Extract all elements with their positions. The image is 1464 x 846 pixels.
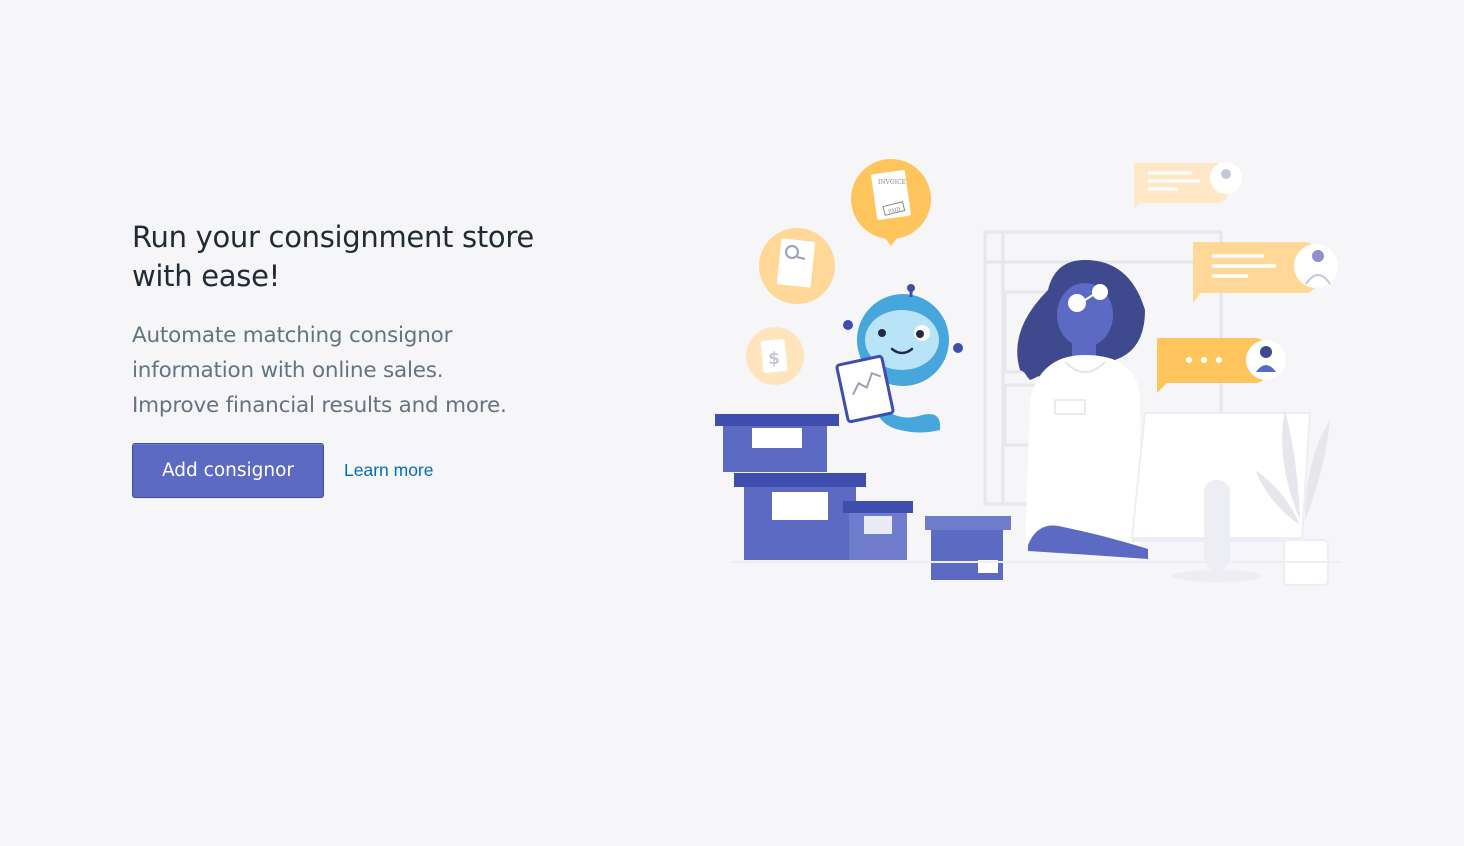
robot-assistant xyxy=(835,284,963,433)
description-line-2: information with online sales. xyxy=(132,358,444,383)
page-description: Automate matching consignor information … xyxy=(132,318,572,423)
hero-section: Run your consignment store with ease! Au… xyxy=(132,218,572,498)
invoice-icon: INVOICE PAID xyxy=(851,159,931,246)
boxes-stack xyxy=(715,414,1011,580)
chat-bubble-1 xyxy=(1134,162,1242,209)
invoice-label: INVOICE xyxy=(878,179,906,186)
page-title: Run your consignment store with ease! xyxy=(132,218,572,296)
person-character xyxy=(1017,260,1148,559)
dollar-icon: $ xyxy=(746,327,804,385)
page-title-line-2: with ease! xyxy=(132,259,280,293)
page-title-line-1: Run your consignment store xyxy=(132,220,534,254)
description-line-3: Improve financial results and more. xyxy=(132,393,507,418)
description-line-1: Automate matching consignor xyxy=(132,323,453,348)
add-consignor-button[interactable]: Add consignor xyxy=(132,443,324,498)
dollar-sign: $ xyxy=(768,349,780,369)
chat-bubble-2 xyxy=(1193,242,1338,303)
action-group: Add consignor Learn more xyxy=(132,443,572,498)
learn-more-link[interactable]: Learn more xyxy=(344,460,434,481)
search-document-icon xyxy=(759,228,835,304)
consignment-illustration: INVOICE PAID $ xyxy=(715,159,1340,586)
